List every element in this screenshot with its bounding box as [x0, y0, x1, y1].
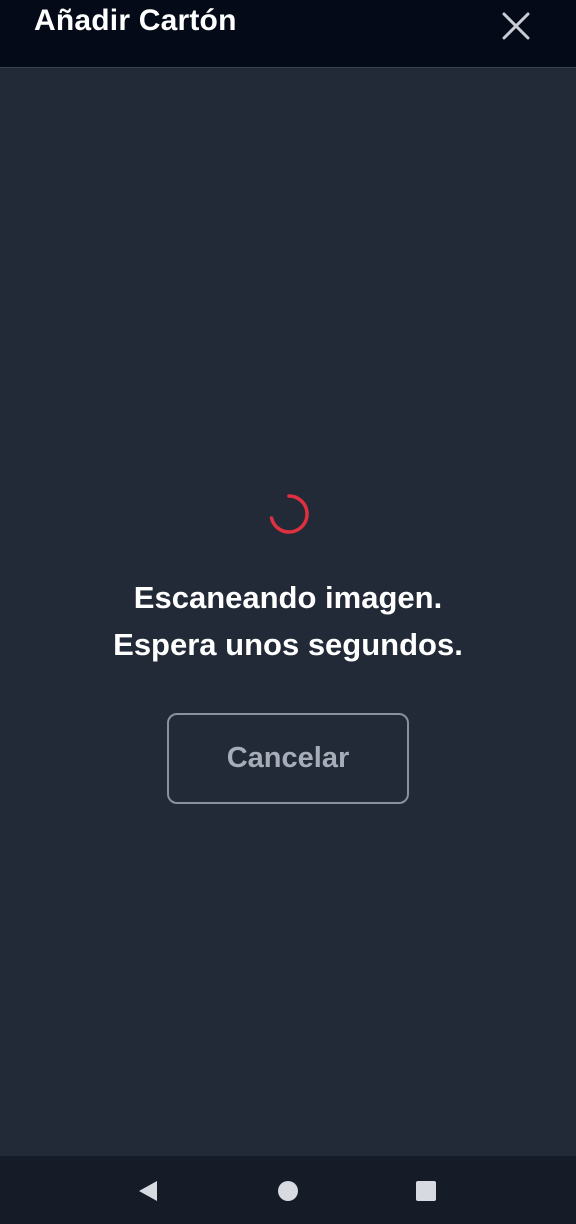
main-content: Escaneando imagen. Espera unos segundos.…	[0, 68, 576, 1156]
close-button[interactable]	[496, 6, 536, 46]
close-icon	[502, 12, 530, 40]
status-text-scanning: Escaneando imagen.	[133, 580, 443, 615]
page-title: Añadir Cartón	[34, 4, 237, 37]
recents-square-icon	[416, 1181, 436, 1201]
loading-spinner-icon	[269, 494, 309, 534]
nav-home-button[interactable]	[273, 1176, 303, 1206]
home-circle-icon	[278, 1181, 298, 1201]
status-text-wait: Espera unos segundos.	[113, 627, 463, 662]
nav-recents-button[interactable]	[411, 1176, 441, 1206]
nav-back-button[interactable]	[133, 1176, 163, 1206]
screen: Añadir Cartón Escaneando imagen. Espera …	[0, 0, 576, 1224]
system-navigation-bar	[0, 1156, 576, 1224]
back-triangle-icon	[139, 1181, 157, 1201]
cancel-button[interactable]: Cancelar	[167, 713, 409, 804]
app-header: Añadir Cartón	[0, 0, 576, 68]
